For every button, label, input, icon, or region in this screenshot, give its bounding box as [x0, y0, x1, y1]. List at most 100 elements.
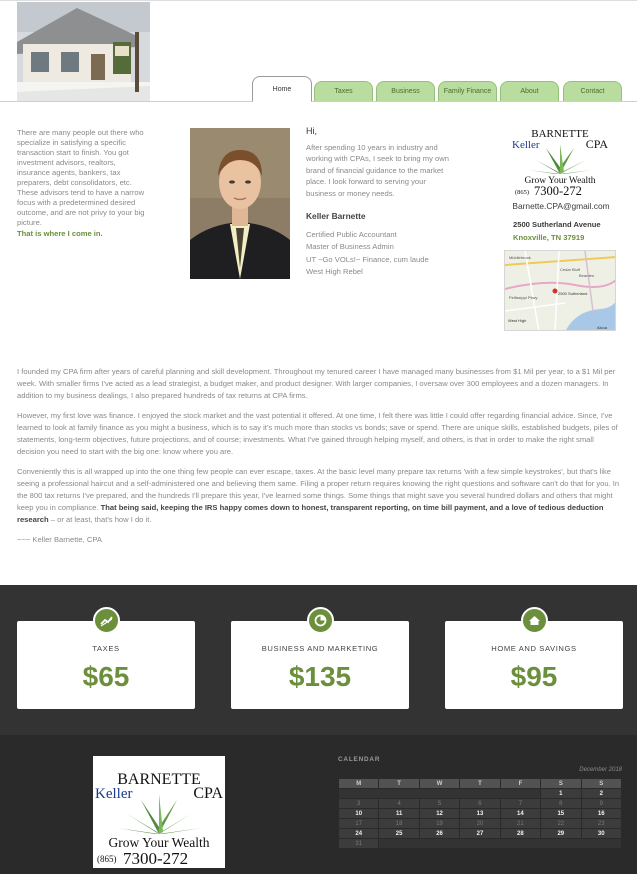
price-label: HOME AND SAVINGS [491, 644, 577, 653]
calendar-day: 5 [418, 798, 461, 809]
chart-trend-icon [93, 607, 120, 634]
calendar-table: M T W T F S S 1 2 3 4 5 6 7 8 9 10 11 12… [337, 778, 623, 849]
calendar-day: 19 [418, 818, 461, 829]
intro-text: There are many people out there who spec… [17, 128, 145, 227]
calendar-day: 3 [337, 798, 380, 809]
logo-name-text: BARNETTE [531, 128, 589, 140]
map-label: West High [508, 318, 526, 323]
calendar-day: 18 [378, 818, 420, 829]
calendar-title: CALENDAR [338, 756, 381, 763]
credential-item: Master of Business Admin [306, 242, 394, 251]
intro-column: There are many people out there who spec… [17, 128, 147, 239]
calendar-day: 21 [499, 818, 542, 829]
calendar-day: 12 [418, 808, 461, 819]
logo-phone-text: 7300-272 [123, 849, 188, 868]
calendar-weekday: W [418, 778, 461, 789]
calendar-day: 23 [580, 818, 623, 829]
logo-area-code: (865) [97, 854, 117, 864]
calendar-day: 28 [499, 828, 542, 839]
calendar-day: 20 [459, 818, 501, 829]
calendar-day: 27 [459, 828, 501, 839]
calendar-day: 4 [378, 798, 420, 809]
price-label: TAXES [92, 644, 120, 653]
map-label: Bearden [579, 273, 594, 278]
calendar-day: 10 [337, 808, 380, 819]
contact-street: 2500 Sutherland Avenue [513, 220, 601, 229]
greeting-block: Hi, After spending 10 years in industry … [306, 126, 456, 279]
story-paragraph: Conveniently this is all wrapped up into… [17, 466, 623, 526]
calendar-day: 15 [540, 808, 582, 819]
logo-firstname-text: Keller [512, 139, 540, 151]
calendar-weekday: S [540, 778, 582, 789]
contact-city: Knoxville, TN 37919 [513, 233, 585, 242]
logo-slogan-text: Grow Your Wealth [108, 835, 209, 850]
tab-family-finance[interactable]: Family Finance [438, 81, 497, 102]
tab-taxes[interactable]: Taxes [314, 81, 373, 102]
calendar-weekday: T [459, 778, 501, 789]
company-logo: BARNETTE Keller CPA Grow Your Wealth (86… [506, 126, 614, 198]
site-footer: BARNETTE Keller CPA Grow Your Wealth (86… [0, 735, 637, 874]
calendar-day: 30 [580, 828, 623, 839]
calendar-padding [378, 838, 622, 849]
price-value: $65 [82, 661, 130, 692]
price-card-taxes[interactable]: TAXES $65 [17, 607, 195, 709]
home-icon [521, 607, 548, 634]
calendar-day: 7 [499, 798, 542, 809]
price-card-business[interactable]: BUSINESS AND MARKETING $135 [231, 607, 409, 709]
calendar-day: 2 [580, 788, 623, 799]
calendar-day: 24 [337, 828, 380, 839]
calendar-day: 8 [540, 798, 582, 809]
tab-contact[interactable]: Contact [563, 81, 622, 102]
map-label: Alcoa [597, 325, 608, 330]
calendar-padding [337, 788, 542, 799]
logo-phone-text: 7300-272 [534, 184, 582, 196]
calendar-weekday: F [499, 778, 542, 789]
price-label: BUSINESS AND MARKETING [261, 644, 379, 653]
calendar-day: 6 [459, 798, 501, 809]
location-map[interactable]: Middlebrook Cedar Bluff Bearden 2500 Sut… [504, 250, 616, 331]
pricing-band: TAXES $65 BUSINESS AND MARKETING $135 HO… [0, 585, 637, 735]
story-text: – or at least, that's how I do it. [48, 515, 152, 524]
intro-tagline: That is where I come in. [17, 229, 103, 238]
tab-business[interactable]: Business [376, 81, 435, 102]
calendar-day: 25 [378, 828, 420, 839]
price-value: $95 [510, 661, 558, 692]
price-value: $135 [288, 661, 352, 692]
tab-about[interactable]: About [500, 81, 559, 102]
calendar-day: 13 [459, 808, 501, 819]
calendar-day: 31 [337, 838, 380, 849]
contact-email-link[interactable]: Barnette.CPA@gmail.com [500, 201, 622, 211]
credential-item: West High Rebel [306, 267, 363, 276]
calendar-day: 22 [540, 818, 582, 829]
map-label: 2500 Sutherland [558, 291, 587, 296]
calendar-day: 11 [378, 808, 420, 819]
calendar-weekday: S [580, 778, 623, 789]
credential-item: Certified Public Accountant [306, 229, 397, 239]
map-label: Pellissippi Pkwy [509, 295, 537, 300]
office-building-photo [17, 2, 150, 101]
map-pin-icon [552, 288, 558, 294]
calendar-day: 14 [499, 808, 542, 819]
story-paragraph: I founded my CPA firm after years of car… [17, 367, 616, 400]
pie-chart-icon [307, 607, 334, 634]
calendar-weekday: T [378, 778, 420, 789]
calendar-month: December 2018 [579, 767, 622, 773]
map-label: Cedar Bluff [560, 267, 581, 272]
calendar-weekday: M [337, 778, 380, 789]
logo-cpa-text: CPA [586, 137, 609, 151]
author-name: Keller Barnette [306, 211, 366, 221]
price-card-home[interactable]: HOME AND SAVINGS $95 [445, 607, 623, 709]
calendar-day: 29 [540, 828, 582, 839]
calendar-day: 9 [580, 798, 623, 809]
map-label: Middlebrook [509, 255, 531, 260]
logo-area-code: (865) [515, 189, 529, 196]
calendar-day: 16 [580, 808, 623, 819]
tab-home[interactable]: Home [252, 76, 312, 102]
header-divider [0, 101, 637, 102]
logo-firstname-text: Keller [95, 786, 132, 802]
greeting-body: After spending 10 years in industry and … [306, 142, 449, 198]
logo-cpa-text: CPA [193, 785, 223, 802]
calendar-day: 26 [418, 828, 461, 839]
greeting-hi: Hi, [306, 126, 317, 136]
calendar-day: 17 [337, 818, 380, 829]
